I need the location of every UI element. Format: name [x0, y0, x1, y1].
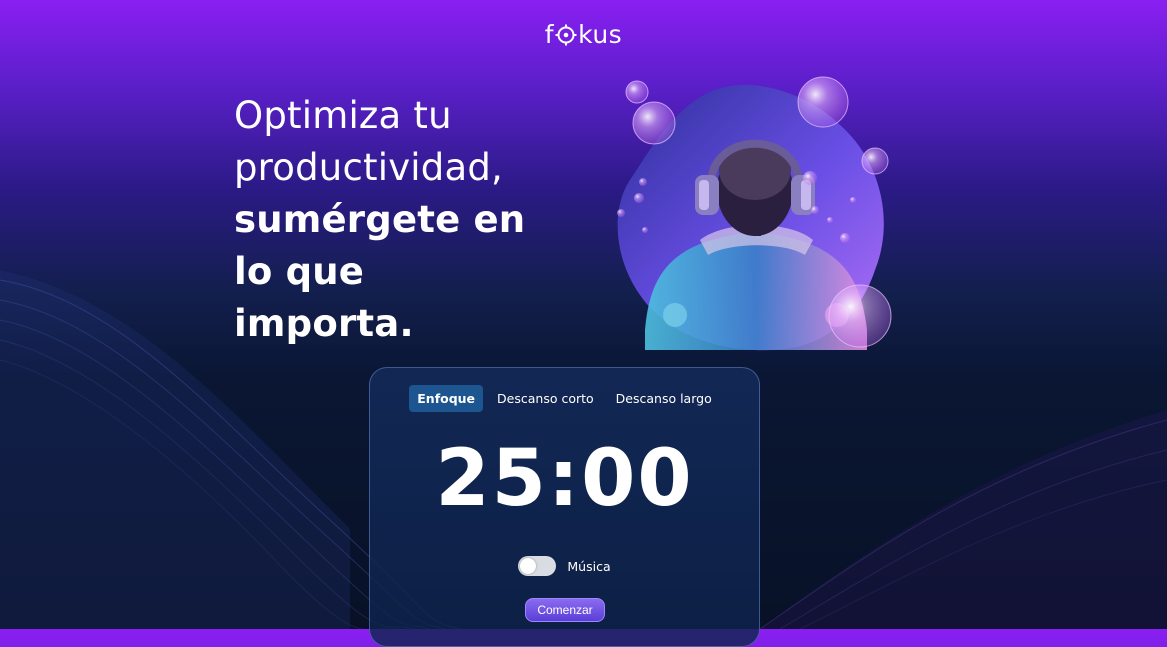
pomodoro-timer-card: Enfoque Descanso corto Descanso largo 25…: [369, 367, 760, 647]
headline-line-bold: sumérgete en: [234, 198, 526, 241]
hero-illustration: [617, 76, 892, 351]
hero-headline: Optimiza tu productividad, sumérgete en …: [234, 90, 594, 350]
tab-long-break[interactable]: Descanso largo: [608, 385, 720, 412]
headline-line-bold: importa.: [234, 302, 414, 345]
focus-target-icon: [555, 24, 577, 46]
headline-line: productividad,: [234, 146, 503, 189]
music-label: Música: [567, 558, 611, 574]
tab-short-break[interactable]: Descanso corto: [489, 385, 602, 412]
tab-focus[interactable]: Enfoque: [409, 385, 484, 412]
logo-text-end: kus: [578, 20, 623, 49]
headline-line-bold: lo que: [234, 250, 365, 293]
music-toggle-row: Música: [370, 556, 759, 576]
start-button[interactable]: Comenzar: [525, 598, 605, 622]
headline-line: Optimiza tu: [234, 94, 452, 137]
timer-display: 25:00: [435, 434, 694, 524]
toggle-knob: [520, 558, 537, 574]
logo-text-start: f: [544, 20, 555, 49]
timer-mode-tabs: Enfoque Descanso corto Descanso largo: [370, 385, 759, 412]
music-toggle[interactable]: [518, 556, 557, 576]
fokus-logo[interactable]: f kus: [0, 20, 1167, 49]
